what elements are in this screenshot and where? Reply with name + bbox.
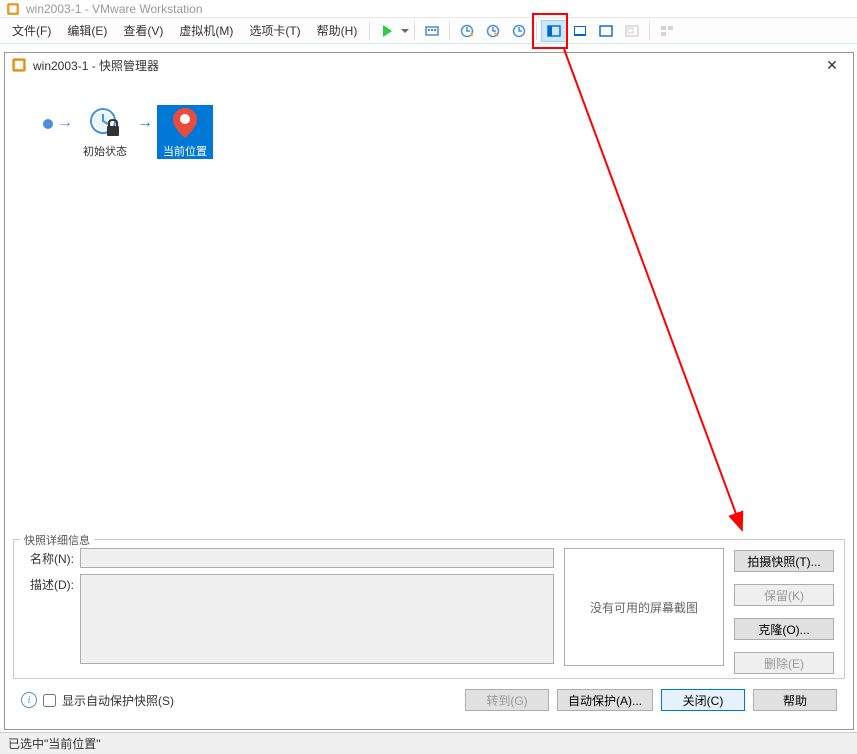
snapshot-label: 当前位置 bbox=[163, 143, 207, 159]
arrow-icon: → bbox=[137, 114, 153, 132]
snapshot-tree-canvas[interactable]: → 初始状态 → 当前位置 bbox=[13, 85, 845, 535]
description-textarea[interactable] bbox=[80, 574, 554, 664]
description-label: 描述(D): bbox=[24, 574, 80, 593]
preview-placeholder-text: 没有可用的屏幕截图 bbox=[590, 599, 698, 616]
take-snapshot-button[interactable] bbox=[454, 20, 480, 42]
view-thumbnail-button[interactable] bbox=[654, 20, 680, 42]
snapshot-manager-dialog: win2003-1 - 快照管理器 ✕ → 初始状态 → 当前位置 bbox=[4, 52, 854, 730]
power-dropdown-icon[interactable] bbox=[400, 20, 410, 42]
location-pin-icon bbox=[165, 105, 205, 141]
take-snapshot-button[interactable]: 拍摄快照(T)... bbox=[734, 550, 834, 572]
view-sidebar-button[interactable] bbox=[541, 20, 567, 42]
revert-snapshot-button[interactable] bbox=[480, 20, 506, 42]
show-autoprotect-checkbox[interactable] bbox=[43, 694, 56, 707]
arrow-icon: → bbox=[57, 114, 73, 132]
app-titlebar: win2003-1 - VMware Workstation bbox=[0, 0, 857, 18]
snapshot-clock-lock-icon bbox=[85, 105, 125, 141]
statusbar: 已选中"当前位置" bbox=[0, 732, 857, 754]
separator bbox=[649, 22, 650, 40]
vmware-logo-icon bbox=[6, 2, 20, 16]
goto-button[interactable]: 转到(G) bbox=[465, 689, 549, 711]
separator bbox=[449, 22, 450, 40]
separator bbox=[414, 22, 415, 40]
menu-edit[interactable]: 编辑(E) bbox=[59, 19, 115, 42]
snapshot-node-initial[interactable]: 初始状态 bbox=[77, 105, 133, 159]
dialog-titlebar: win2003-1 - 快照管理器 ✕ bbox=[5, 53, 853, 77]
view-unity-button[interactable] bbox=[619, 20, 645, 42]
snapshot-manager-button[interactable] bbox=[506, 20, 532, 42]
snapshot-details-group: 快照详细信息 名称(N): 描述(D): 没有可用的屏幕截图 拍摄快 bbox=[13, 539, 845, 679]
separator bbox=[369, 22, 370, 40]
app-title-text: win2003-1 - VMware Workstation bbox=[26, 2, 203, 16]
view-fullscreen-button[interactable] bbox=[593, 20, 619, 42]
info-icon[interactable]: i bbox=[21, 692, 37, 708]
statusbar-text: 已选中"当前位置" bbox=[8, 735, 101, 752]
dialog-close-button[interactable]: ✕ bbox=[817, 55, 847, 75]
name-label: 名称(N): bbox=[24, 548, 80, 567]
keep-button[interactable]: 保留(K) bbox=[734, 584, 834, 606]
snapshot-origin-icon bbox=[43, 119, 53, 129]
snapshot-label: 初始状态 bbox=[83, 143, 127, 159]
snapshot-node-current[interactable]: 当前位置 bbox=[157, 105, 213, 159]
autoprotect-button[interactable]: 自动保护(A)... bbox=[557, 689, 653, 711]
main-menubar: 文件(F) 编辑(E) 查看(V) 虚拟机(M) 选项卡(T) 帮助(H) bbox=[0, 18, 857, 44]
name-input[interactable] bbox=[80, 548, 554, 568]
send-ctrl-alt-del-button[interactable] bbox=[419, 20, 445, 42]
menu-vm[interactable]: 虚拟机(M) bbox=[171, 19, 241, 42]
dialog-title-text: win2003-1 - 快照管理器 bbox=[33, 57, 817, 74]
separator bbox=[536, 22, 537, 40]
menu-view[interactable]: 查看(V) bbox=[115, 19, 171, 42]
screenshot-preview: 没有可用的屏幕截图 bbox=[564, 548, 724, 666]
help-button[interactable]: 帮助 bbox=[753, 689, 837, 711]
dialog-body: → 初始状态 → 当前位置 快照详细信息 bbox=[5, 77, 853, 729]
power-on-button[interactable] bbox=[374, 20, 400, 42]
details-legend: 快照详细信息 bbox=[20, 532, 94, 548]
view-console-button[interactable] bbox=[567, 20, 593, 42]
delete-button[interactable]: 删除(E) bbox=[734, 652, 834, 674]
menu-file[interactable]: 文件(F) bbox=[4, 19, 59, 42]
menu-help[interactable]: 帮助(H) bbox=[309, 19, 366, 42]
clone-button[interactable]: 克隆(O)... bbox=[734, 618, 834, 640]
dialog-footer: i 显示自动保护快照(S) 转到(G) 自动保护(A)... 关闭(C) 帮助 bbox=[13, 679, 845, 721]
show-autoprotect-label[interactable]: 显示自动保护快照(S) bbox=[62, 692, 174, 709]
vmware-logo-icon bbox=[11, 57, 27, 73]
close-button[interactable]: 关闭(C) bbox=[661, 689, 745, 711]
menu-tabs[interactable]: 选项卡(T) bbox=[241, 19, 308, 42]
